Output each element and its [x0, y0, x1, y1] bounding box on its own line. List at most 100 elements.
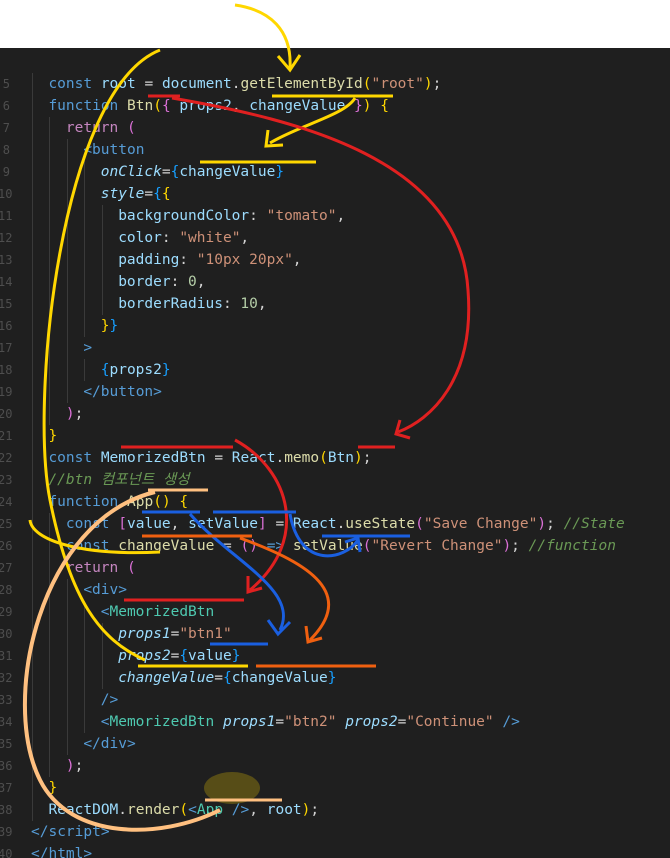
code-token: , [249, 802, 267, 818]
code-token: ( [126, 120, 136, 136]
code-line[interactable]: 9 onClick={changeValue} [0, 161, 670, 183]
code-text: > [83, 337, 92, 359]
code-token: < [83, 582, 93, 598]
code-editor[interactable]: 5 const root = document.getElementById("r… [0, 48, 670, 858]
code-token: "white" [179, 230, 241, 246]
line-number: 27 [0, 561, 13, 575]
code-token: { [179, 494, 189, 510]
code-line[interactable]: 12 color: "white", [0, 227, 670, 249]
code-line[interactable]: 17 > [0, 337, 670, 359]
code-line[interactable]: 27 return ( [0, 557, 670, 579]
line-number: 31 [0, 649, 13, 663]
indent-guide [49, 403, 51, 425]
indent-guide [32, 227, 33, 249]
code-line[interactable]: 8 <button [0, 139, 670, 161]
code-line[interactable]: 13 padding: "10px 20px", [0, 249, 670, 271]
code-token: } [161, 362, 171, 378]
indent-guide [32, 777, 33, 799]
code-line[interactable]: 28 <div> [0, 579, 670, 601]
code-token: = [170, 648, 180, 664]
code-line[interactable]: 39 </script> [0, 821, 670, 843]
code-line[interactable]: 11 backgroundColor: "tomato", [0, 205, 670, 227]
code-token: = [144, 186, 154, 202]
code-line[interactable]: 14 border: 0, [0, 271, 670, 293]
code-token: //State [563, 516, 625, 532]
code-line[interactable]: 23 //btn 컴포넌트 생성 [0, 469, 670, 491]
line-number: 26 [0, 539, 13, 553]
code-line[interactable]: 35 </div> [0, 733, 670, 755]
code-text: backgroundColor: "tomato", [118, 205, 345, 227]
code-token: html [48, 846, 84, 858]
indent-guide [32, 447, 33, 469]
code-token: ; [74, 758, 84, 774]
code-line[interactable]: 37} [0, 777, 670, 799]
line-number: 21 [0, 429, 13, 443]
code-line[interactable]: 22 const MemorizedBtn = React.memo(Btn); [0, 447, 670, 469]
code-token: < [83, 142, 93, 158]
code-token: //function [528, 538, 616, 554]
code-line[interactable]: 19 </button> [0, 381, 670, 403]
line-number: 36 [0, 759, 13, 773]
indent-guide [32, 161, 33, 183]
code-line[interactable]: 6 function Btn({ props2, changeValue }) { [0, 95, 670, 117]
code-line[interactable] [0, 51, 670, 73]
indent-guide [66, 293, 68, 315]
indent-guide [32, 381, 33, 403]
code-token: props2 [345, 714, 398, 730]
line-number: 33 [0, 693, 13, 707]
code-line[interactable]: 29 <MemorizedBtn [0, 601, 670, 623]
code-token: } [327, 670, 337, 686]
code-line[interactable]: 24 function App() { [0, 491, 670, 513]
indent-guide [32, 425, 33, 447]
code-line[interactable]: 25 const [value, setValue] = React.useSta… [0, 513, 670, 535]
code-line[interactable]: 26 const changeValue = () => setValue("Re… [0, 535, 670, 557]
indent-guide [49, 315, 51, 337]
indent-guide [84, 293, 86, 315]
line-number: 5 [2, 77, 10, 91]
code-line[interactable]: 40 </html> [0, 843, 670, 858]
code-line[interactable]: 16}} [0, 315, 670, 337]
indent-guide [32, 645, 33, 667]
code-token: borderRadius [118, 296, 223, 312]
indent-guide [66, 249, 68, 271]
indent-guide [84, 271, 86, 293]
code-token: = [214, 450, 232, 466]
code-token: : [179, 252, 197, 268]
code-token: changeValue [231, 670, 328, 686]
code-line[interactable]: 18 {props2} [0, 359, 670, 381]
code-text: }} [101, 315, 118, 337]
indent-guide [32, 117, 33, 139]
code-line[interactable]: 32 changeValue={changeValue} [0, 667, 670, 689]
code-line[interactable]: 7 return ( [0, 117, 670, 139]
code-line[interactable]: 5 const root = document.getElementById("r… [0, 73, 670, 95]
code-line[interactable]: 15 borderRadius: 10, [0, 293, 670, 315]
code-line[interactable]: 31 props2={value} [0, 645, 670, 667]
code-line[interactable]: 20); [0, 403, 670, 425]
code-token: > [83, 340, 93, 356]
indent-guide [49, 579, 51, 601]
line-number: 15 [0, 297, 13, 311]
code-text: color: "white", [118, 227, 249, 249]
code-token: : [161, 230, 180, 246]
code-token: = [170, 626, 180, 642]
indent-guide [49, 139, 51, 161]
code-line[interactable]: 30 props1="btn1" [0, 623, 670, 645]
code-line[interactable]: 10 style={{ [0, 183, 670, 205]
code-token: "Continue" [406, 714, 503, 730]
indent-guide [49, 667, 51, 689]
code-line[interactable]: 34 <MemorizedBtn props1="btn2" props2="Co… [0, 711, 670, 733]
code-line[interactable]: 36); [0, 755, 670, 777]
code-line[interactable]: 33 /> [0, 689, 670, 711]
code-token: useState [345, 516, 416, 532]
line-number: 38 [0, 803, 13, 817]
code-text: </button> [83, 381, 162, 403]
code-line[interactable]: 38 ReactDOM.render(<App />, root); [0, 799, 670, 821]
line-number: 17 [0, 341, 13, 355]
indent-guide [49, 689, 51, 711]
code-line[interactable]: 21} [0, 425, 670, 447]
code-token: props2 [109, 362, 162, 378]
code-token: button [92, 142, 145, 158]
code-text: const MemorizedBtn = React.memo(Btn); [48, 447, 371, 469]
code-token: const [65, 538, 119, 554]
code-token: [ [118, 516, 127, 532]
